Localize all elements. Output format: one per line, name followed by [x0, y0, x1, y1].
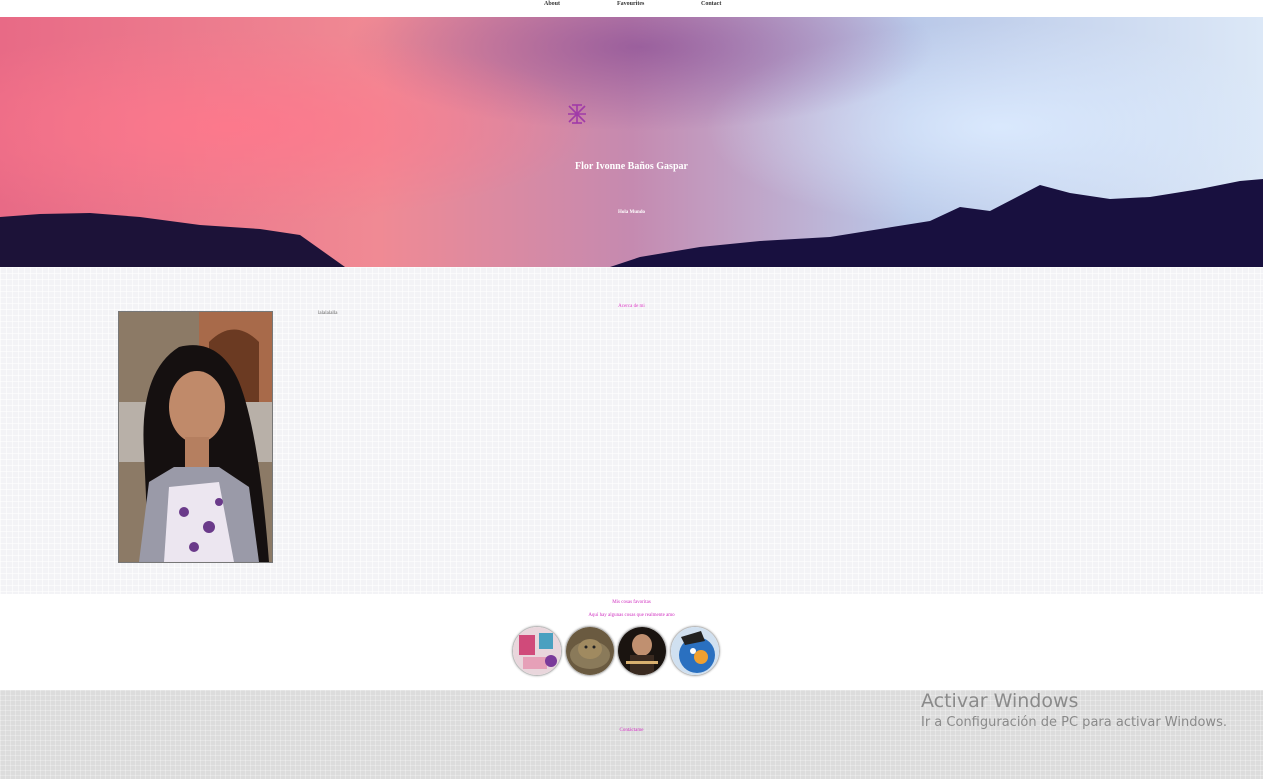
favourites-subheading: Aquí hay algunas cosas que realmente amo [588, 613, 675, 618]
profile-photo [118, 311, 273, 563]
hero-title: Flor Ivonne Baños Gaspar [575, 161, 688, 172]
favourite-item-cartoon[interactable] [670, 626, 720, 676]
nav-link-about[interactable]: About [544, 0, 560, 8]
mountain-silhouette [0, 179, 1263, 267]
nav-link-favourites[interactable]: Favourites [617, 0, 644, 8]
favourite-item-movie[interactable] [617, 626, 667, 676]
hero-banner: Flor Ivonne Baños Gaspar Hola Mundo [0, 17, 1263, 267]
windows-activation-subtitle: Ir a Configuración de PC para activar Wi… [921, 715, 1227, 730]
favourites-section: Mis cosas favoritas Aquí hay algunas cos… [0, 594, 1263, 690]
nav-link-contact[interactable]: Contact [701, 0, 721, 8]
about-heading: Acerca de mi [618, 304, 645, 309]
top-nav: About Favourites Contact [0, 0, 1263, 17]
purple-star-icon [568, 104, 586, 124]
hero-subtitle: Hola Mundo [617, 210, 646, 215]
favourite-item-cat[interactable] [565, 626, 615, 676]
about-section: Acerca de mi lalalalalla [0, 267, 1263, 594]
favourites-heading: Mis cosas favoritas [612, 600, 651, 605]
about-text: lalalalalla [318, 311, 338, 316]
favourite-item-crafts[interactable] [512, 626, 562, 676]
windows-activation-title: Activar Windows [921, 690, 1079, 712]
